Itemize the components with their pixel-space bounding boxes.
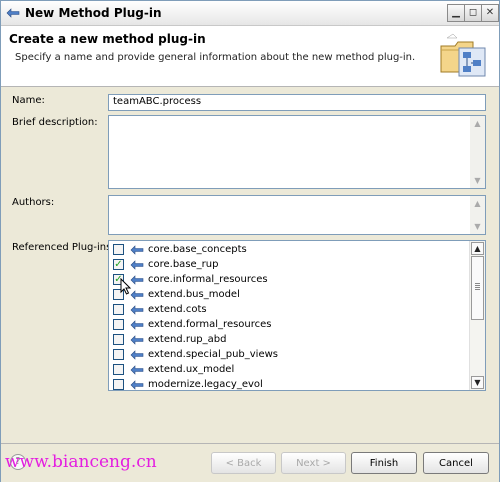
plugin-checkbox[interactable] — [113, 244, 124, 255]
plugin-name: modernize.legacy_evol — [148, 379, 263, 390]
wizard-header: Create a new method plug-in Specify a na… — [1, 26, 499, 87]
plugin-list-item[interactable]: core.base_concepts — [113, 243, 463, 258]
close-button[interactable]: ✕ — [481, 4, 499, 22]
mouse-cursor-icon — [120, 278, 132, 295]
plugin-name: extend.rup_abd — [148, 334, 227, 345]
plugin-checkbox[interactable] — [113, 349, 124, 360]
plugin-icon — [130, 350, 144, 360]
plugin-icon — [130, 335, 144, 345]
scroll-down-icon[interactable]: ▼ — [471, 220, 484, 233]
cancel-button[interactable]: Cancel — [423, 452, 489, 474]
finish-button[interactable]: Finish — [351, 452, 417, 474]
plugin-name: extend.cots — [148, 304, 207, 315]
plugin-list-item[interactable]: extend.formal_resources — [113, 318, 463, 333]
plugin-icon — [130, 305, 144, 315]
plugin-icon — [130, 260, 144, 270]
scroll-up-icon[interactable]: ▲ — [471, 117, 484, 130]
scroll-down-icon[interactable]: ▼ — [471, 174, 484, 187]
plugin-list-item[interactable]: extend.ux_model — [113, 363, 463, 378]
plugins-scrollbar[interactable]: ▲ ▼ — [469, 241, 485, 390]
minimize-button[interactable]: ▁ — [447, 4, 465, 22]
wizard-window: New Method Plug-in ▁ ◻ ✕ Create a new me… — [0, 0, 500, 482]
authors-field[interactable]: ▲ ▼ — [108, 195, 486, 235]
next-button[interactable]: Next > — [281, 452, 346, 474]
window-title: New Method Plug-in — [25, 6, 162, 20]
plugin-name: core.base_rup — [148, 259, 219, 270]
plugin-checkbox[interactable] — [113, 379, 124, 390]
plugin-name: extend.bus_model — [148, 289, 240, 300]
name-label: Name: — [12, 95, 45, 106]
plugin-checkbox[interactable] — [113, 304, 124, 315]
plugin-name: core.base_concepts — [148, 244, 247, 255]
page-description: Specify a name and provide general infor… — [15, 52, 416, 63]
title-bar[interactable]: New Method Plug-in ▁ ◻ ✕ — [1, 1, 499, 26]
referenced-plugins-list[interactable]: core.base_concepts ✓ core.base_rup ✓ cor… — [108, 240, 486, 391]
scroll-thumb[interactable] — [471, 256, 484, 320]
authors-scrollbar[interactable]: ▲ ▼ — [470, 196, 485, 234]
scroll-down-icon[interactable]: ▼ — [471, 376, 484, 389]
scroll-up-icon[interactable]: ▲ — [471, 197, 484, 210]
plugin-icon — [130, 380, 144, 390]
plugin-icon — [130, 320, 144, 330]
plugin-checkbox[interactable] — [113, 334, 124, 345]
plugin-icon — [6, 8, 20, 18]
plugin-checkbox[interactable]: ✓ — [113, 259, 124, 270]
brief-description-field[interactable]: ▲ ▼ — [108, 115, 486, 189]
brief-description-scrollbar[interactable]: ▲ ▼ — [470, 116, 485, 188]
plugin-list-item[interactable]: extend.special_pub_views — [113, 348, 463, 363]
plugin-list-item[interactable]: ✓ core.informal_resources — [113, 273, 463, 288]
plugin-list-item[interactable]: modernize.legacy_evol — [113, 378, 463, 390]
watermark-text: www.bianceng.cn — [5, 452, 157, 472]
plugin-list-item[interactable]: ✓ core.base_rup — [113, 258, 463, 273]
plugin-list-item[interactable]: extend.rup_abd — [113, 333, 463, 348]
method-plugin-banner-icon — [440, 33, 486, 77]
name-field[interactable]: teamABC.process — [108, 94, 486, 111]
scroll-up-icon[interactable]: ▲ — [471, 242, 484, 255]
plugin-list-item[interactable]: extend.cots — [113, 303, 463, 318]
page-title: Create a new method plug-in — [9, 32, 206, 46]
plugin-name: extend.formal_resources — [148, 319, 272, 330]
plugin-checkbox[interactable] — [113, 364, 124, 375]
plugin-icon — [130, 245, 144, 255]
plugin-list-item[interactable]: extend.bus_model — [113, 288, 463, 303]
plugin-name: extend.special_pub_views — [148, 349, 278, 360]
name-value: teamABC.process — [113, 96, 202, 107]
referenced-plugins-label: Referenced Plug-ins: — [12, 242, 115, 253]
plugin-name: extend.ux_model — [148, 364, 235, 375]
authors-label: Authors: — [12, 197, 55, 208]
maximize-button[interactable]: ◻ — [464, 4, 482, 22]
plugin-name: core.informal_resources — [148, 274, 268, 285]
brief-description-label: Brief description: — [12, 117, 98, 128]
plugin-icon — [130, 365, 144, 375]
plugin-checkbox[interactable] — [113, 319, 124, 330]
back-button[interactable]: < Back — [211, 452, 276, 474]
